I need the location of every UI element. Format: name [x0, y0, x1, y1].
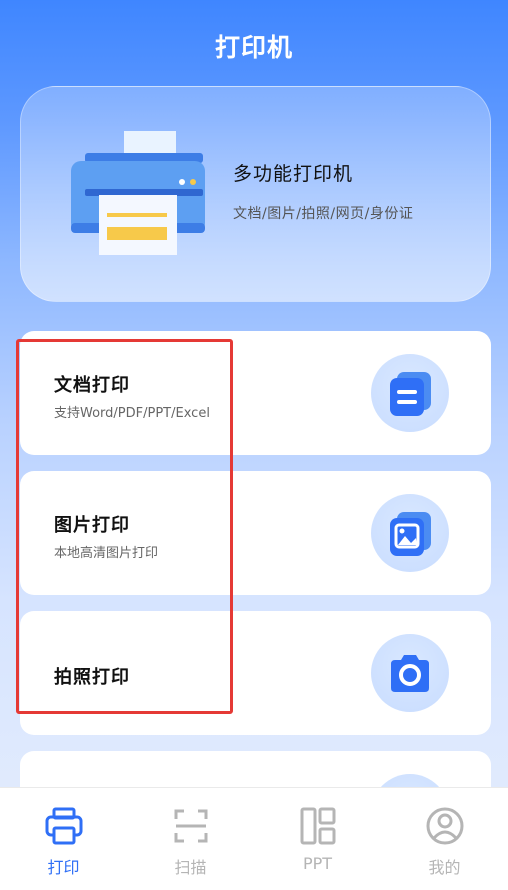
hero-card[interactable]: 多功能打印机 文档/图片/拍照/网页/身份证 [20, 86, 491, 302]
tab-scan[interactable]: 扫描 [127, 788, 254, 890]
printer-illustration-icon [71, 131, 205, 255]
page-title: 打印机 [214, 33, 293, 62]
tab-label: 扫描 [174, 858, 207, 877]
document-print-card[interactable]: 文档打印 支持Word/PDF/PPT/Excel [20, 331, 491, 455]
hero-title: 多功能打印机 [233, 163, 354, 185]
camera-icon [371, 634, 449, 712]
card-subtitle: 本地高清图片打印 [54, 546, 159, 561]
scan-icon [174, 809, 207, 843]
bottom-tab-bar: 打印 扫描 PPT 我的 [0, 787, 508, 890]
image-icon [371, 494, 449, 572]
tab-label: 我的 [428, 858, 461, 877]
tab-print[interactable]: 打印 [0, 788, 127, 890]
hero-subtitle: 文档/图片/拍照/网页/身份证 [233, 206, 414, 222]
photo-print-card[interactable]: 拍照打印 [20, 611, 491, 735]
card-title: 图片打印 [54, 515, 130, 536]
card-title: 文档打印 [54, 375, 130, 396]
card-subtitle: 支持Word/PDF/PPT/Excel [54, 406, 210, 421]
tab-ppt[interactable]: PPT [254, 788, 381, 890]
tab-mine[interactable]: 我的 [381, 788, 508, 890]
printer-icon [45, 807, 82, 845]
card-title: 拍照打印 [54, 667, 130, 688]
tab-label: PPT [302, 854, 333, 873]
layout-icon [300, 807, 335, 845]
image-print-card[interactable]: 图片打印 本地高清图片打印 [20, 471, 491, 595]
tab-label: 打印 [47, 858, 80, 877]
document-icon [371, 354, 449, 432]
user-icon [426, 807, 463, 845]
